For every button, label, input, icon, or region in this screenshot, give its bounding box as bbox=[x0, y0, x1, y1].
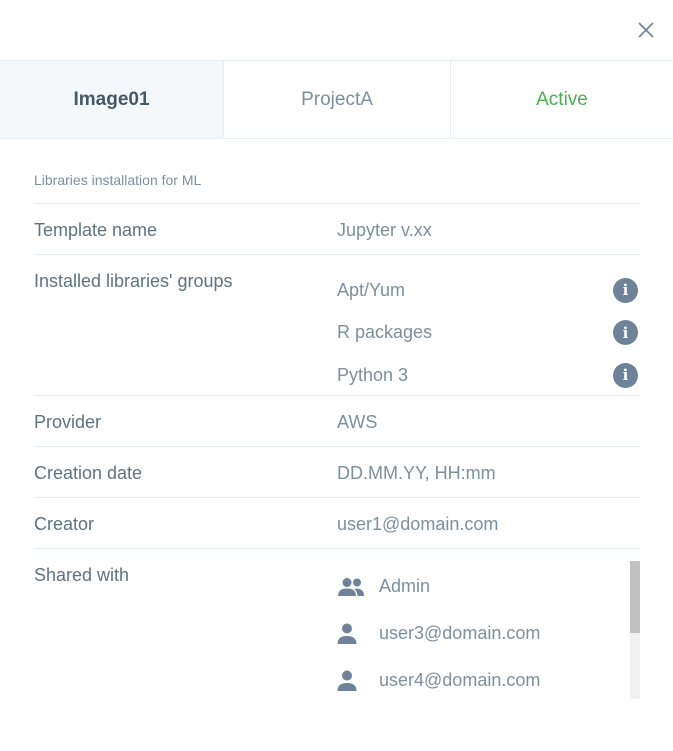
close-icon bbox=[638, 22, 654, 38]
shared-with-row: Shared with Admin user3@domain.com user4… bbox=[34, 549, 640, 709]
template-name-row: Template name Jupyter v.xx bbox=[34, 204, 640, 255]
shared-entry: user4@domain.com bbox=[337, 657, 640, 704]
creation-date-row: Creation date DD.MM.YY, HH:mm bbox=[34, 447, 640, 498]
image-description: Libraries installation for ML bbox=[34, 139, 640, 204]
shared-entry: user3@domain.com bbox=[337, 610, 640, 657]
provider-label: Provider bbox=[34, 412, 102, 432]
shared-with-label: Shared with bbox=[34, 565, 130, 585]
libraries-row: Installed libraries' groups Apt/Yum i R … bbox=[34, 255, 640, 396]
shared-with-list: Admin user3@domain.com user4@domain.com bbox=[337, 549, 640, 709]
creation-date-value: DD.MM.YY, HH:mm bbox=[337, 463, 496, 483]
template-name-value: Jupyter v.xx bbox=[337, 220, 432, 240]
shared-entry-name: user3@domain.com bbox=[379, 623, 541, 643]
shared-entry-name: Admin bbox=[379, 576, 431, 596]
provider-row: Provider AWS bbox=[34, 396, 640, 447]
info-icon[interactable]: i bbox=[613, 320, 638, 346]
creation-date-label: Creation date bbox=[34, 463, 143, 483]
image-details: Libraries installation for ML Template n… bbox=[34, 139, 640, 709]
library-group-item: R packages i bbox=[337, 312, 640, 355]
library-group-name: R packages bbox=[337, 322, 433, 343]
creator-row: Creator user1@domain.com bbox=[34, 498, 640, 549]
info-icon[interactable]: i bbox=[613, 277, 638, 303]
shared-entry-name: user4@domain.com bbox=[379, 670, 541, 690]
provider-value: AWS bbox=[337, 412, 378, 432]
library-group-item: Python 3 i bbox=[337, 354, 640, 397]
library-group-name: Apt/Yum bbox=[337, 279, 406, 300]
user-icon bbox=[337, 669, 365, 693]
status-label: Active bbox=[450, 61, 673, 138]
shared-entry: Admin bbox=[337, 563, 640, 610]
creator-value: user1@domain.com bbox=[337, 514, 499, 534]
scrollbar-thumb[interactable] bbox=[630, 561, 640, 633]
user-icon bbox=[337, 622, 365, 646]
close-button[interactable] bbox=[634, 18, 658, 42]
project-name: ProjectA bbox=[223, 61, 450, 138]
info-icon[interactable]: i bbox=[613, 362, 638, 388]
template-name-label: Template name bbox=[34, 220, 158, 240]
image-summary-header: Image01 ProjectA Active bbox=[0, 60, 673, 139]
library-group-item: Apt/Yum i bbox=[337, 269, 640, 312]
shared-list-scrollbar[interactable] bbox=[630, 561, 640, 699]
group-icon bbox=[337, 575, 365, 599]
image-name: Image01 bbox=[0, 61, 223, 138]
library-groups-list: Apt/Yum i R packages i Python 3 i bbox=[337, 255, 640, 395]
creator-label: Creator bbox=[34, 514, 95, 534]
library-group-name: Python 3 bbox=[337, 364, 409, 385]
libraries-label: Installed libraries' groups bbox=[34, 271, 233, 291]
